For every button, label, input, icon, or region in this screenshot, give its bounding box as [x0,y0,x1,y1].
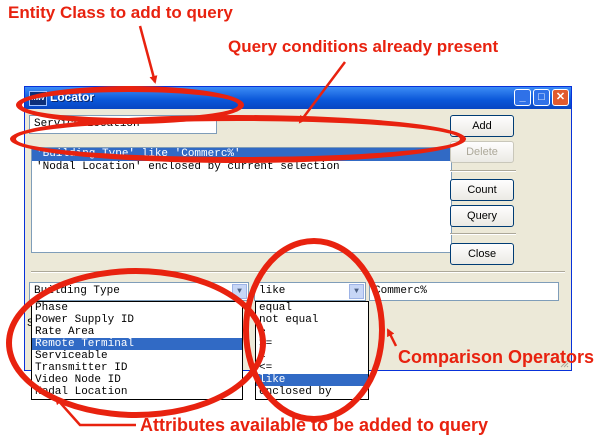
entity-class-arrow [138,25,158,84]
attributes-available-annotation: Attributes available to be added to quer… [140,415,489,435]
comparison-operators-arrow [386,328,398,347]
query-conditions-arrow [298,61,346,124]
annotation-arrows [54,25,398,427]
attributes-arrow [54,396,136,427]
comparison-operators-annotation: Comparison Operators [398,347,595,367]
